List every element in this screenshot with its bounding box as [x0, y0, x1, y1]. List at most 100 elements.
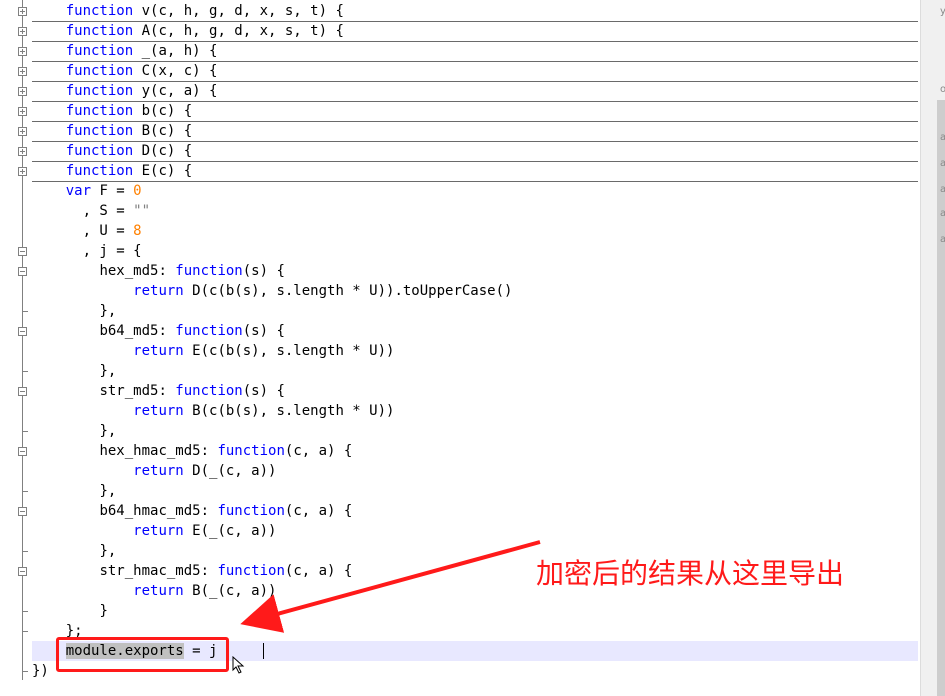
code-line[interactable]: b64_md5: function(s) {	[32, 321, 918, 341]
code-token: y(c, a) {	[133, 83, 218, 99]
code-token: v(c, h, g, d, x, s, t) {	[133, 3, 344, 19]
fold-expand-icon[interactable]	[18, 167, 27, 176]
highlight-box	[56, 637, 229, 672]
code-line[interactable]: , j = {	[32, 241, 918, 261]
code-token: (s) {	[242, 323, 285, 339]
fold-expand-icon[interactable]	[18, 87, 27, 96]
fold-guide-line	[22, 0, 23, 680]
fold-end-marker	[22, 671, 28, 672]
code-token: ""	[133, 203, 151, 219]
fold-end-marker	[22, 551, 28, 552]
code-token: str_hmac_md5:	[99, 563, 218, 579]
code-line[interactable]: },	[32, 481, 918, 501]
folded-code-line[interactable]: function C(x, c) {	[32, 61, 918, 82]
code-line[interactable]: b64_hmac_md5: function(c, a) {	[32, 501, 918, 521]
fold-expand-icon[interactable]	[18, 67, 27, 76]
fold-collapse-icon[interactable]	[18, 267, 27, 276]
code-token: B(c) {	[133, 123, 193, 139]
fold-expand-icon[interactable]	[18, 107, 27, 116]
clipped-text-fragment: a	[940, 184, 945, 195]
code-token: b64_hmac_md5:	[99, 503, 218, 519]
folded-code-line[interactable]: function A(c, h, g, d, x, s, t) {	[32, 21, 918, 42]
folded-code-line[interactable]: function v(c, h, g, d, x, s, t) {	[32, 1, 918, 22]
vertical-scrollbar[interactable]	[920, 0, 945, 696]
fold-end-marker	[22, 631, 28, 632]
annotation-label: 加密后的结果从这里导出	[536, 557, 845, 590]
code-line[interactable]: hex_md5: function(s) {	[32, 261, 918, 281]
fold-expand-icon[interactable]	[18, 147, 27, 156]
clipped-text-fragment: y	[940, 6, 945, 17]
fold-collapse-icon[interactable]	[18, 567, 27, 576]
code-line[interactable]: , U = 8	[32, 221, 918, 241]
fold-end-marker	[22, 371, 28, 372]
fold-expand-icon[interactable]	[18, 47, 27, 56]
folded-code-line[interactable]: function y(c, a) {	[32, 81, 918, 102]
code-token: },	[99, 483, 117, 499]
fold-collapse-icon[interactable]	[18, 247, 27, 256]
folded-code-line[interactable]: function _(a, h) {	[32, 41, 918, 62]
code-token: hex_hmac_md5:	[99, 443, 218, 459]
clipped-text-fragment: o	[940, 84, 945, 95]
clipped-text-fragment: a	[940, 208, 945, 219]
keyword-token: return	[133, 403, 184, 419]
fold-margin[interactable]	[0, 0, 30, 696]
code-line[interactable]: return D(_(c, a))	[32, 461, 918, 481]
code-token: }	[99, 603, 108, 619]
code-line[interactable]: hex_hmac_md5: function(c, a) {	[32, 441, 918, 461]
folded-code-line[interactable]: function E(c) {	[32, 161, 918, 182]
fold-end-marker	[22, 611, 28, 612]
fold-collapse-icon[interactable]	[18, 507, 27, 516]
code-line[interactable]: return B(c(b(s), s.length * U))	[32, 401, 918, 421]
code-line[interactable]: , S = ""	[32, 201, 918, 221]
folded-code-line[interactable]: function B(c) {	[32, 121, 918, 142]
fold-collapse-icon[interactable]	[18, 387, 27, 396]
code-line[interactable]: },	[32, 421, 918, 441]
code-token: D(c) {	[133, 143, 193, 159]
code-token: , U =	[82, 223, 134, 239]
code-token: b64_md5:	[99, 323, 176, 339]
folded-code-line[interactable]: function D(c) {	[32, 141, 918, 162]
code-line[interactable]: return D(c(b(s), s.length * U)).toUpperC…	[32, 281, 918, 301]
code-line[interactable]: str_md5: function(s) {	[32, 381, 918, 401]
folded-code-line[interactable]: function b(c) {	[32, 101, 918, 122]
fold-expand-icon[interactable]	[18, 27, 27, 36]
keyword-token: function	[65, 103, 134, 119]
code-line[interactable]: }	[32, 601, 918, 621]
code-token: B(_(c, a))	[183, 583, 277, 599]
code-line[interactable]: },	[32, 301, 918, 321]
code-line[interactable]: return E(c(b(s), s.length * U))	[32, 341, 918, 361]
code-line[interactable]: return E(_(c, a))	[32, 521, 918, 541]
code-token: B(c(b(s), s.length * U))	[183, 403, 395, 419]
fold-collapse-icon[interactable]	[18, 447, 27, 456]
code-line[interactable]: },	[32, 361, 918, 381]
fold-expand-icon[interactable]	[18, 127, 27, 136]
keyword-token: function	[65, 83, 134, 99]
fold-expand-icon[interactable]	[18, 7, 27, 16]
fold-collapse-icon[interactable]	[18, 327, 27, 336]
code-token: E(c) {	[133, 163, 193, 179]
code-token: })	[32, 663, 49, 679]
keyword-token: function	[217, 443, 285, 459]
code-token: F =	[91, 183, 134, 199]
code-token: },	[99, 543, 117, 559]
code-token: E(c(b(s), s.length * U))	[183, 343, 395, 359]
code-line[interactable]: var F = 0	[32, 181, 918, 201]
keyword-token: function	[65, 143, 134, 159]
